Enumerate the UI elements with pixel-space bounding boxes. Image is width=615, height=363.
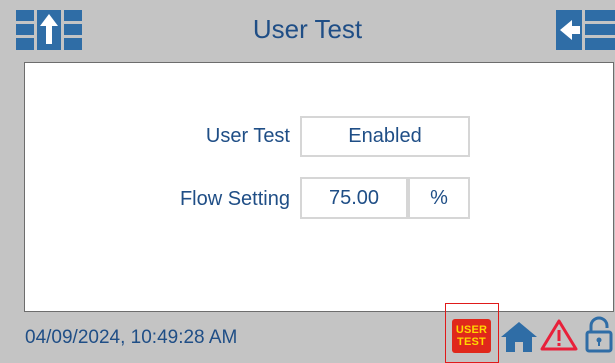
nav-back-icon[interactable]: [556, 10, 615, 50]
flow-setting-input[interactable]: 75.00: [300, 177, 408, 219]
user-test-badge-line1: USER: [455, 324, 488, 336]
page-title: User Test: [252, 14, 363, 44]
timestamp: 04/09/2024, 10:49:28 AM: [25, 327, 238, 348]
user-test-badge-line2: TEST: [457, 336, 486, 348]
flow-setting-unit: %: [408, 177, 470, 219]
warning-icon[interactable]: [540, 318, 578, 352]
user-test-icon[interactable]: USER TEST: [452, 319, 491, 353]
status-bar: 04/09/2024, 10:49:28 AM USER TEST: [0, 303, 615, 363]
user-test-value[interactable]: Enabled: [300, 116, 470, 157]
flow-setting-label: Flow Setting: [179, 188, 290, 210]
home-icon[interactable]: [500, 320, 538, 354]
unlocked-icon[interactable]: [583, 316, 615, 354]
settings-panel: User Test Enabled Flow Setting 75.00 %: [24, 62, 614, 312]
header-bar: User Test: [0, 0, 615, 62]
user-test-label: User Test: [205, 125, 290, 147]
